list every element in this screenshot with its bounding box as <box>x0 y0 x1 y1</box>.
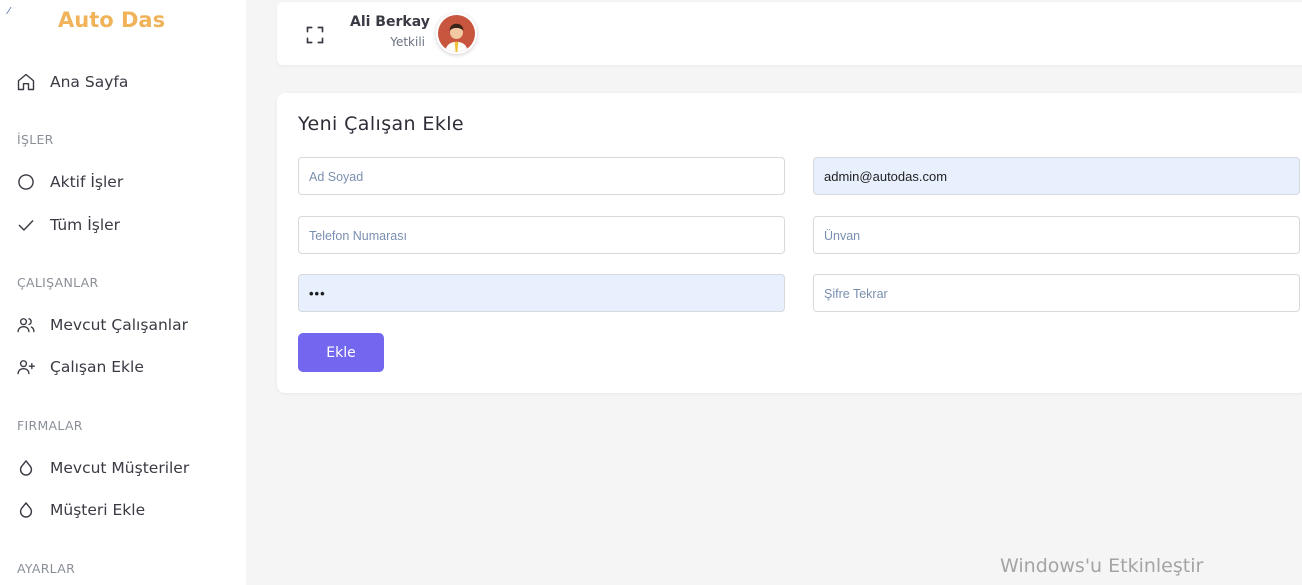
section-label-ayarlar: AYARLAR <box>17 561 76 576</box>
logo-mark: ⁄ <box>8 6 10 17</box>
sidebar-item-label: Mevcut Müşteriler <box>50 459 190 477</box>
sidebar-item-label: Çalışan Ekle <box>50 358 144 376</box>
droplet-icon <box>19 460 33 476</box>
sidebar-item-label: Ana Sayfa <box>50 73 129 91</box>
sidebar-item-label: Aktif İşler <box>50 173 124 191</box>
email-field[interactable] <box>813 157 1300 195</box>
section-label-isler: İŞLER <box>17 132 54 147</box>
phone-field[interactable] <box>298 216 785 254</box>
sidebar-item-ana-sayfa[interactable]: Ana Sayfa <box>16 70 128 94</box>
droplet-icon <box>19 502 33 518</box>
section-label-firmalar: FIRMALAR <box>17 418 83 433</box>
page-title: Yeni Çalışan Ekle <box>298 113 464 135</box>
sidebar-item-label: Mevcut Çalışanlar <box>50 316 188 334</box>
brand-title[interactable]: Auto Das <box>58 8 165 32</box>
users-icon <box>17 318 35 333</box>
sidebar-item-label: Tüm İşler <box>50 216 121 234</box>
user-role: Yetkili <box>390 35 425 49</box>
check-icon <box>18 220 34 231</box>
avatar[interactable] <box>436 13 477 54</box>
sidebar-item-mevcut-calisanlar[interactable]: Mevcut Çalışanlar <box>16 313 188 337</box>
sidebar-item-aktif-isler[interactable]: Aktif İşler <box>16 170 123 194</box>
add-employee-card: Yeni Çalışan Ekle Ekle <box>277 93 1302 393</box>
circle-icon <box>18 174 34 190</box>
home-icon <box>17 73 35 91</box>
name-field[interactable] <box>298 157 785 195</box>
add-button[interactable]: Ekle <box>298 333 384 372</box>
top-navbar: Ali Berkay Yetkili <box>277 2 1302 65</box>
password-repeat-field[interactable] <box>813 274 1300 312</box>
user-name[interactable]: Ali Berkay <box>350 14 430 30</box>
sidebar-item-label: Müşteri Ekle <box>50 501 146 519</box>
sidebar-item-mevcut-musteriler[interactable]: Mevcut Müşteriler <box>16 456 189 480</box>
user-plus-icon <box>17 360 35 375</box>
sidebar-item-calisan-ekle[interactable]: Çalışan Ekle <box>16 355 144 379</box>
windows-activation-watermark: Windows'u Etkinleştir <box>1000 555 1204 577</box>
sidebar-item-tum-isler[interactable]: Tüm İşler <box>16 213 120 237</box>
title-field[interactable] <box>813 216 1300 254</box>
user-avatar-icon <box>438 15 475 52</box>
password-field[interactable] <box>298 274 785 312</box>
fullscreen-icon[interactable] <box>305 25 325 45</box>
section-label-calisanlar: ÇALIŞANLAR <box>17 275 99 290</box>
sidebar: ⁄ Auto Das Ana Sayfa İŞLER Aktif İşler T… <box>0 0 246 585</box>
sidebar-item-musteri-ekle[interactable]: Müşteri Ekle <box>16 498 145 522</box>
